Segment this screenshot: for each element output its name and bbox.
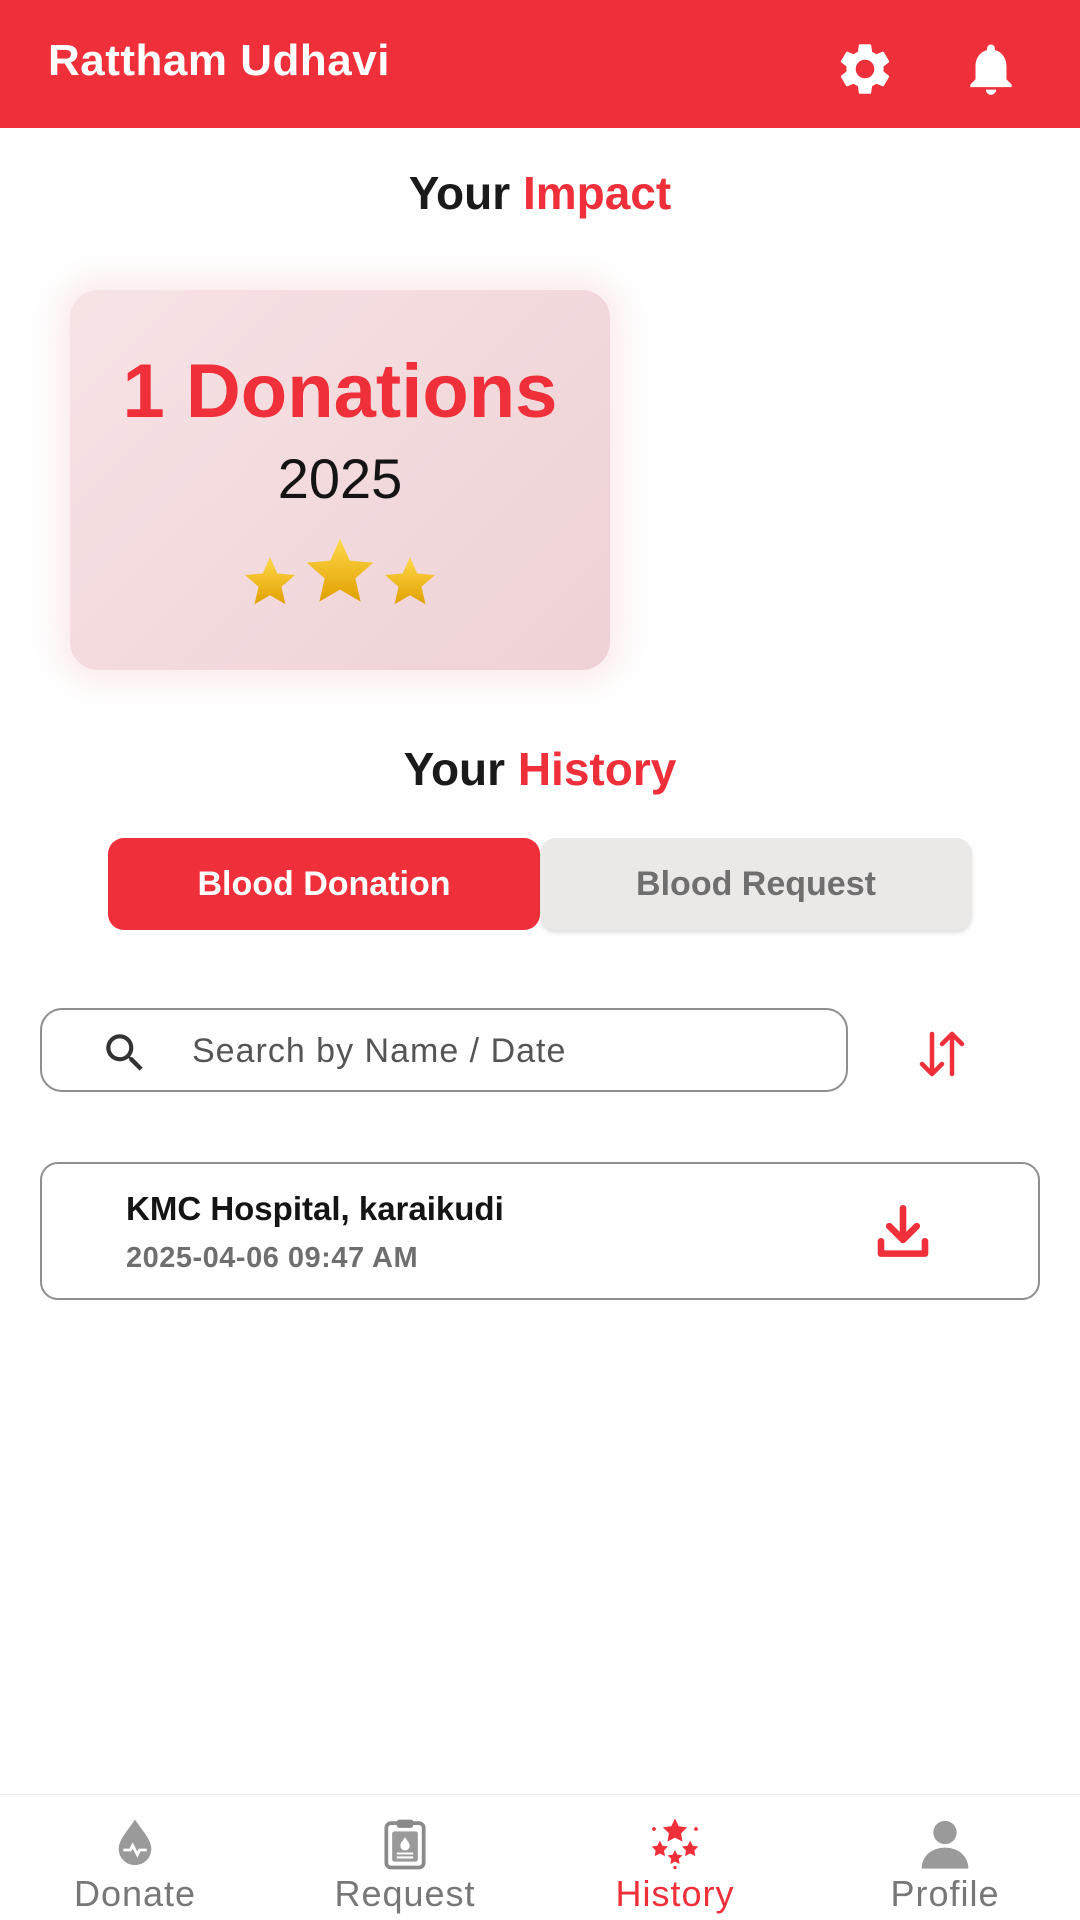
sort-icon[interactable] xyxy=(912,1024,972,1084)
nav-item-profile[interactable]: Profile xyxy=(810,1795,1080,1920)
clipboard-icon xyxy=(384,1819,426,1870)
history-title-accent: History xyxy=(517,743,677,795)
bottom-nav: Donate Request History Profile xyxy=(0,1794,1080,1920)
app-header: Rattham Udhavi xyxy=(0,0,1080,128)
person-icon xyxy=(921,1820,969,1869)
nav-item-history[interactable]: History xyxy=(540,1795,810,1920)
tab-blood-donation[interactable]: Blood Donation xyxy=(108,838,540,930)
download-icon[interactable] xyxy=(868,1200,938,1266)
nav-label-profile: Profile xyxy=(890,1873,1000,1914)
history-tabs: Blood Donation Blood Request xyxy=(108,838,972,930)
gear-icon[interactable] xyxy=(834,38,896,100)
donation-datetime: 2025-04-06 09:47 AM xyxy=(126,1242,419,1274)
impact-title-prefix: Your xyxy=(408,167,511,219)
star-icon xyxy=(380,552,440,617)
history-title: Your History xyxy=(0,742,1080,796)
history-title-prefix: Your xyxy=(403,743,506,795)
nav-item-donate[interactable]: Donate xyxy=(0,1795,270,1920)
nav-label-request: Request xyxy=(334,1873,476,1914)
star-icon xyxy=(240,552,300,617)
hospital-name: KMC Hospital, karaikudi xyxy=(126,1190,504,1227)
search-box xyxy=(40,1008,848,1092)
stars-icon xyxy=(651,1818,699,1870)
blood-drop-icon xyxy=(118,1819,152,1866)
impact-title-accent: Impact xyxy=(522,167,672,219)
tab-blood-request[interactable]: Blood Request xyxy=(540,838,972,930)
impact-card: 1 Donations 2025 xyxy=(70,290,610,670)
bell-icon[interactable] xyxy=(960,38,1022,100)
app-title: Rattham Udhavi xyxy=(48,36,390,85)
nav-label-donate: Donate xyxy=(73,1873,197,1914)
search-input[interactable] xyxy=(192,1024,812,1078)
list-item[interactable]: KMC Hospital, karaikudi 2025-04-06 09:47… xyxy=(40,1162,1040,1300)
donation-count: 1 Donations xyxy=(122,349,558,434)
nav-label-history: History xyxy=(615,1873,735,1914)
nav-item-request[interactable]: Request xyxy=(270,1795,540,1920)
star-icon xyxy=(300,532,380,617)
search-icon xyxy=(106,1034,143,1071)
donation-year: 2025 xyxy=(277,447,403,510)
star-rating xyxy=(70,532,610,617)
impact-title: Your Impact xyxy=(0,166,1080,220)
